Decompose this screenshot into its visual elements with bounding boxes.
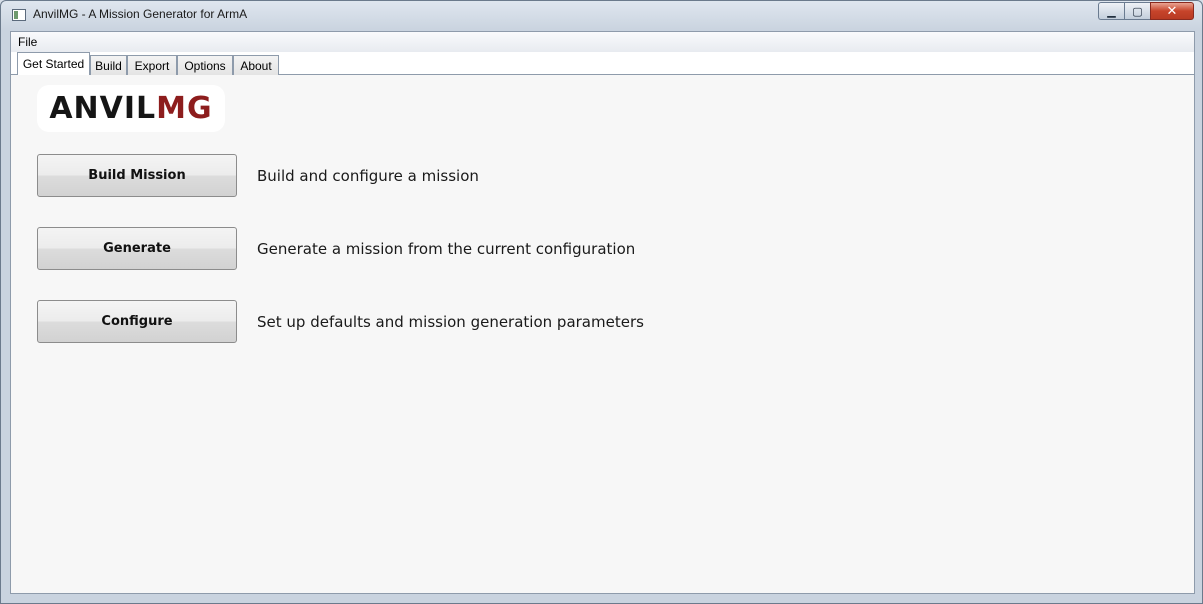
configure-description: Set up defaults and mission generation p… <box>257 313 644 331</box>
build-mission-button[interactable]: Build Mission <box>37 154 237 197</box>
tab-export[interactable]: Export <box>127 55 177 75</box>
window-title: AnvilMG - A Mission Generator for ArmA <box>33 7 248 21</box>
menu-bar: File <box>11 32 1194 52</box>
generate-description: Generate a mission from the current conf… <box>257 240 636 258</box>
app-window: AnvilMG - A Mission Generator for ArmA ▁… <box>0 0 1203 604</box>
window-controls: ▁ ▢ ✕ <box>1098 2 1194 20</box>
app-icon[interactable] <box>12 9 26 21</box>
close-icon: ✕ <box>1166 3 1178 19</box>
tab-options[interactable]: Options <box>177 55 233 75</box>
anvilmg-logo: ANVIL MG <box>37 85 225 132</box>
menu-file[interactable]: File <box>18 35 37 49</box>
close-button[interactable]: ✕ <box>1150 2 1194 20</box>
minimize-icon: ▁ <box>1107 4 1116 18</box>
logo-text-anvil: ANVIL <box>49 91 157 126</box>
logo-text-mg: MG <box>156 91 213 126</box>
title-bar[interactable]: AnvilMG - A Mission Generator for ArmA ▁… <box>1 1 1202 31</box>
maximize-button[interactable]: ▢ <box>1124 2 1150 20</box>
build-mission-description: Build and configure a mission <box>257 167 479 185</box>
tab-strip: Get Started Build Export Options About <box>11 52 1194 75</box>
tab-about[interactable]: About <box>233 55 279 75</box>
client-area: File Get Started Build Export Options Ab… <box>10 31 1195 594</box>
minimize-button[interactable]: ▁ <box>1098 2 1124 20</box>
tab-get-started[interactable]: Get Started <box>17 52 90 75</box>
generate-button[interactable]: Generate <box>37 227 237 270</box>
configure-button[interactable]: Configure <box>37 300 237 343</box>
tab-build[interactable]: Build <box>90 55 127 75</box>
maximize-icon: ▢ <box>1132 4 1143 18</box>
